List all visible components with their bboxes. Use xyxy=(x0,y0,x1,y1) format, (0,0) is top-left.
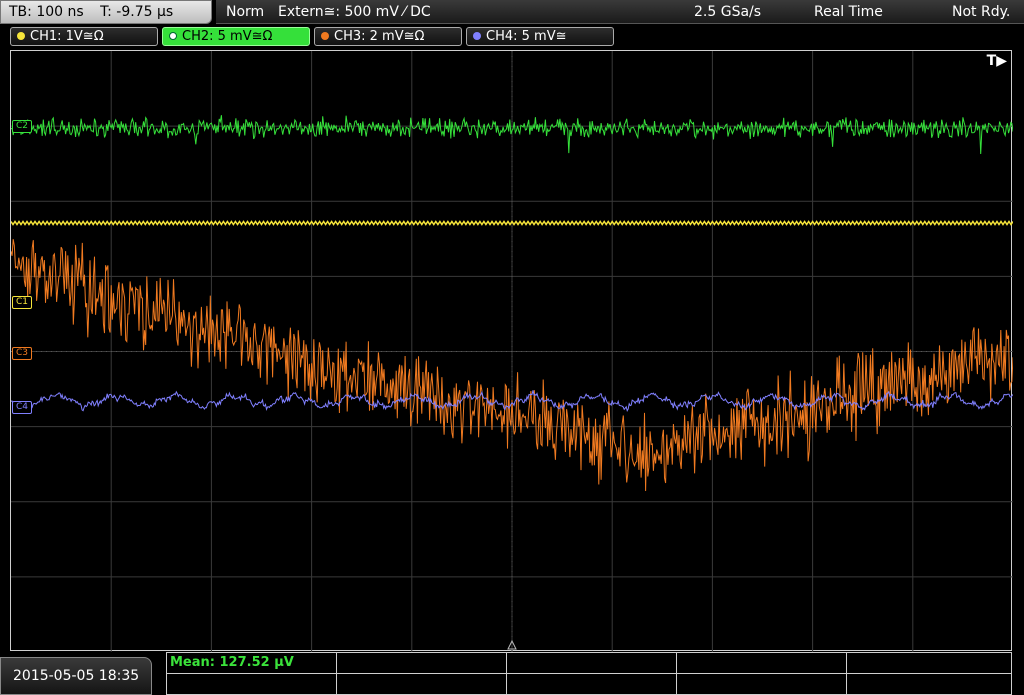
waveform-canvas xyxy=(11,51,1013,652)
timebase-box[interactable]: TB: 100 ns T: -9.75 µs xyxy=(0,0,212,24)
ch2-ground-marker[interactable]: C2 xyxy=(12,120,33,133)
channel-tab-row: CH1: 1V≅Ω CH2: 5 mV≅Ω CH3: 2 mV≅Ω CH4: 5… xyxy=(0,27,1024,47)
ch4-dot-icon xyxy=(473,32,481,40)
trigger-source: Extern≅: 500 mV ⁄ DC xyxy=(278,4,431,20)
trigger-marker[interactable]: T▶ xyxy=(987,53,1007,69)
ch1-label: CH1: 1V≅Ω xyxy=(30,29,104,44)
channel-tab-ch4[interactable]: CH4: 5 mV≅ xyxy=(466,27,614,46)
measurement-cell[interactable] xyxy=(167,674,337,694)
ch3-dot-icon xyxy=(321,32,329,40)
waveform-display[interactable]: T▶ xyxy=(10,50,1013,652)
sample-rate: 2.5 GSa/s xyxy=(694,4,762,20)
channel-tab-ch3[interactable]: CH3: 2 mV≅Ω xyxy=(314,27,462,46)
date-time: 2015-05-05 18:35 xyxy=(13,668,140,684)
top-status-bar: TB: 100 ns T: -9.75 µs Norm Extern≅: 500… xyxy=(0,0,1024,26)
measurement-cell[interactable] xyxy=(677,653,847,674)
ch3-ground-marker[interactable]: C3 xyxy=(12,347,33,360)
mean-measurement: Mean: 127.52 µV xyxy=(170,655,294,670)
measurement-cell[interactable] xyxy=(677,674,847,694)
timebase-value: TB: 100 ns xyxy=(9,4,84,20)
trigger-time-value: T: -9.75 µs xyxy=(100,4,174,20)
acquisition-mode: Real Time xyxy=(814,4,883,20)
measurement-cell[interactable] xyxy=(507,653,677,674)
trigger-mode: Norm xyxy=(226,4,265,20)
ch2-label: CH2: 5 mV≅Ω xyxy=(182,29,273,44)
ch4-ground-marker[interactable]: C4 xyxy=(12,401,33,414)
ch1-dot-icon xyxy=(17,32,25,40)
ch1-ground-marker[interactable]: C1 xyxy=(12,296,33,309)
channel-tab-ch1[interactable]: CH1: 1V≅Ω xyxy=(10,27,158,46)
ch2-dot-icon xyxy=(169,32,177,40)
ch4-label: CH4: 5 mV≅ xyxy=(486,29,567,44)
graticule xyxy=(11,51,1013,652)
measurement-cell[interactable] xyxy=(507,674,677,694)
measurement-cell[interactable] xyxy=(847,674,1011,694)
measurement-cell-mean[interactable]: Mean: 127.52 µV xyxy=(167,653,337,674)
measurement-cell[interactable] xyxy=(337,653,507,674)
ch3-label: CH3: 2 mV≅Ω xyxy=(334,29,425,44)
measurement-cell[interactable] xyxy=(847,653,1011,674)
channel-tab-ch2[interactable]: CH2: 5 mV≅Ω xyxy=(162,27,310,46)
date-time-display: 2015-05-05 18:35 xyxy=(0,657,152,695)
measurement-panel[interactable]: Mean: 127.52 µV xyxy=(166,652,1012,695)
acquisition-state: Not Rdy. xyxy=(952,4,1011,20)
measurement-cell[interactable] xyxy=(337,674,507,694)
trigger-status-strip[interactable]: Norm Extern≅: 500 mV ⁄ DC 2.5 GSa/s Real… xyxy=(216,0,1024,24)
